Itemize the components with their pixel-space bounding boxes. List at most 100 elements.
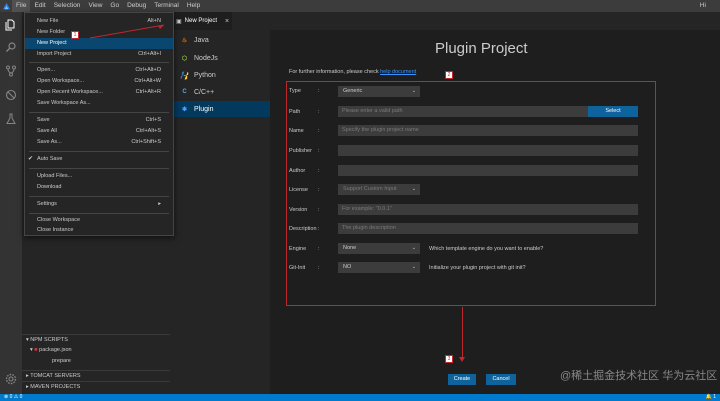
menu-selection[interactable]: Selection — [50, 0, 85, 12]
colon: : — [318, 246, 320, 252]
engine-value: None — [343, 245, 357, 251]
chevron-down-icon: ⌄ — [411, 186, 416, 192]
name-label: Name — [289, 128, 304, 134]
menu-item-save-all[interactable]: Save All Ctrl+Alt+S — [25, 126, 173, 137]
project-form: Plugin Project For further information, … — [270, 30, 720, 394]
select-path-button[interactable]: Select — [588, 106, 638, 117]
git-init-hint: Initialize your plugin project with git … — [429, 265, 526, 271]
path-input[interactable]: Please enter a valid path — [338, 106, 588, 117]
menu-item-download[interactable]: Download — [25, 182, 173, 193]
tab-label: New Project — [184, 18, 218, 24]
menu-item-open[interactable]: Open... Ctrl+Alt+O — [25, 65, 173, 76]
info-text: For further information, please check he… — [289, 69, 416, 75]
menu-item-upload-files[interactable]: Upload Files... — [25, 171, 173, 182]
menu-item-shortcut: Ctrl+Alt+I — [138, 51, 161, 57]
source-control-icon[interactable] — [4, 64, 18, 78]
maven-projects-section[interactable]: ▸ MAVEN PROJECTS — [22, 381, 170, 391]
colon: : — [318, 109, 320, 115]
colon: : — [318, 148, 320, 154]
type-select[interactable]: Generic ⌄ — [338, 86, 420, 97]
status-bar: ⊗ 0 ⚠ 0 🔔 1 — [0, 394, 720, 401]
project-type-cpp[interactable]: C C/C++ — [170, 84, 270, 100]
menu-item-save[interactable]: Save Ctrl+S — [25, 115, 173, 126]
user-greeting[interactable]: Hi — [700, 0, 706, 12]
menu-item-label: Close Workspace — [37, 217, 80, 223]
file-menu-dropdown: New File Alt+N New Folder New Project Im… — [24, 12, 174, 236]
menu-divider — [29, 151, 169, 152]
menu-item-label: Save As... — [37, 139, 62, 145]
project-icon: ▣ — [176, 18, 182, 25]
menu-item-settings[interactable]: Settings ▸ — [25, 199, 173, 210]
git-init-select[interactable]: NO ⌄ — [338, 262, 420, 273]
menu-item-close-instance[interactable]: Close Instance — [25, 225, 173, 236]
project-type-java[interactable]: ♨ Java — [170, 32, 270, 48]
flask-icon[interactable] — [4, 112, 18, 126]
explorer-icon[interactable] — [4, 18, 18, 32]
colon: : — [318, 168, 320, 174]
menu-divider — [29, 168, 169, 169]
menu-divider — [29, 112, 169, 113]
menu-item-open-workspace[interactable]: Open Workspace... Ctrl+Alt+W — [25, 76, 173, 87]
annotation-arrow-head — [459, 357, 465, 362]
name-input[interactable]: Specify the plugin project name — [338, 125, 638, 136]
engine-select[interactable]: None ⌄ — [338, 243, 420, 254]
debug-icon[interactable] — [4, 88, 18, 102]
close-icon[interactable]: × — [225, 18, 229, 25]
menu-debug[interactable]: Debug — [123, 0, 150, 12]
chevron-right-icon: ▸ — [158, 201, 161, 207]
help-document-link[interactable]: help document — [380, 69, 416, 75]
npm-scripts-title: NPM SCRIPTS — [30, 337, 68, 343]
tab-new-project[interactable]: ▣ New Project × — [170, 12, 232, 30]
git-init-label: Git-Init — [289, 265, 306, 271]
npm-script-item[interactable]: prepare — [22, 356, 170, 366]
notifications-status[interactable]: 🔔 1 — [706, 394, 716, 401]
menu-item-label: Open... — [37, 67, 56, 73]
annotation-arrow — [89, 24, 165, 39]
menu-terminal[interactable]: Terminal — [150, 0, 183, 12]
settings-gear-icon[interactable] — [4, 372, 18, 386]
menu-item-import-project[interactable]: Import Project Ctrl+Alt+I — [25, 49, 173, 60]
problems-status[interactable]: ⊗ 0 ⚠ 0 — [4, 394, 22, 401]
description-input[interactable]: The plugin description — [338, 223, 638, 234]
menu-item-save-workspace-as[interactable]: Save Workspace As... — [25, 98, 173, 109]
editor-tabs: ▣ New Project × — [170, 12, 720, 30]
project-type-nodejs[interactable]: ⬡ NodeJs — [170, 50, 270, 66]
menu-item-shortcut: Ctrl+Alt+W — [134, 78, 161, 84]
version-input[interactable]: For example: "0.0.1" — [338, 204, 638, 215]
search-icon[interactable] — [4, 40, 18, 54]
menu-item-label: Open Recent Workspace... — [37, 89, 103, 95]
cancel-button[interactable]: Cancel — [486, 374, 516, 385]
project-type-label: Python — [194, 71, 216, 79]
type-label: Type — [289, 88, 301, 94]
python-icon — [180, 70, 189, 80]
menu-go[interactable]: Go — [106, 0, 123, 12]
menu-item-label: Upload Files... — [37, 173, 73, 179]
package-json-item[interactable]: ▾ ■ package.json — [22, 345, 170, 355]
info-label: For further information, please check — [289, 69, 379, 75]
maven-projects-title: MAVEN PROJECTS — [30, 384, 81, 390]
menu-edit[interactable]: Edit — [30, 0, 49, 12]
menu-item-label: Download — [37, 184, 62, 190]
npm-scripts-section[interactable]: ▾ NPM SCRIPTS — [22, 334, 170, 344]
menu-item-shortcut: Ctrl+S — [145, 117, 161, 123]
tomcat-servers-section[interactable]: ▸ TOMCAT SERVERS — [22, 370, 170, 380]
author-input[interactable] — [338, 165, 638, 176]
project-type-python[interactable]: Python — [170, 67, 270, 83]
create-button[interactable]: Create — [448, 374, 476, 385]
menu-help[interactable]: Help — [183, 0, 204, 12]
project-type-plugin[interactable]: ✱ Plugin — [170, 101, 270, 117]
menu-view[interactable]: View — [84, 0, 106, 12]
license-select[interactable]: Support Custom Input ⌄ — [338, 184, 420, 195]
menu-item-save-as[interactable]: Save As... Ctrl+Shift+S — [25, 137, 173, 148]
path-label: Path — [289, 109, 301, 115]
menu-item-open-recent-workspace[interactable]: Open Recent Workspace... Ctrl+Alt+R — [25, 87, 173, 98]
engine-hint: Which template engine do you want to ena… — [429, 246, 544, 252]
menu-item-auto-save[interactable]: ✔ Auto Save — [25, 154, 173, 165]
annotation-marker: 3 — [445, 355, 453, 363]
menu-item-label: Save Workspace As... — [37, 100, 91, 106]
activity-bar — [0, 12, 22, 394]
checkmark-icon: ✔ — [28, 156, 34, 162]
author-label: Author — [289, 168, 306, 174]
publisher-input[interactable] — [338, 145, 638, 156]
menu-file[interactable]: File — [12, 0, 31, 12]
